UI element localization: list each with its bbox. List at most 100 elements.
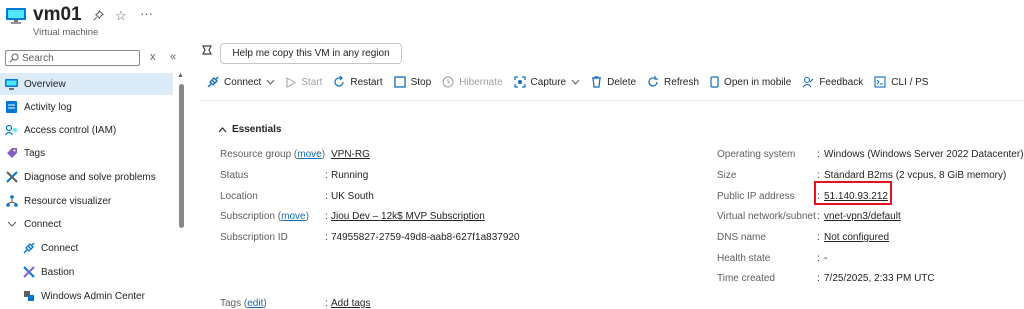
connect-label: Connect xyxy=(224,76,262,88)
sidebar-item-label: Bastion xyxy=(41,266,75,278)
os-value: Windows (Windows Server 2022 Datacenter) xyxy=(824,149,1024,160)
sidebar-item-overview[interactable]: Overview xyxy=(0,73,173,95)
subscription-id-value: 74955827-2759-49d8-aab8-627f1a837920 xyxy=(331,232,520,243)
play-icon xyxy=(286,76,297,88)
bastion-icon xyxy=(22,266,35,279)
restart-label: Restart xyxy=(350,76,383,88)
tag-icon xyxy=(5,147,18,160)
separator: : xyxy=(325,232,328,243)
chevron-up-icon xyxy=(218,126,227,132)
sidebar-item-tags[interactable]: Tags xyxy=(0,142,173,164)
clock-icon xyxy=(442,76,454,88)
move-subscription-link[interactable]: move xyxy=(281,211,305,222)
location-label: Location xyxy=(220,191,258,202)
open-in-mobile-label: Open in mobile xyxy=(724,76,792,88)
search-input[interactable]: Search xyxy=(5,50,140,66)
separator: : xyxy=(317,149,320,160)
terminal-icon xyxy=(874,76,886,88)
cli-ps-button[interactable]: CLI / PS xyxy=(874,76,928,88)
sidebar-item-bastion[interactable]: Bastion xyxy=(0,261,173,283)
start-button[interactable]: Start xyxy=(286,77,322,88)
separator: : xyxy=(325,211,328,222)
sidebar-item-connect[interactable]: Connect xyxy=(0,237,173,259)
label-text: Subscription xyxy=(220,211,276,222)
more-icon[interactable]: ··· xyxy=(140,6,153,21)
sidebar-item-label: Access control (IAM) xyxy=(24,124,117,136)
dns-name-label: DNS name xyxy=(717,232,766,243)
sidebar-item-activity-log[interactable]: Activity log xyxy=(0,96,173,118)
edit-tags-link[interactable]: edit xyxy=(247,298,263,309)
separator: : xyxy=(817,273,820,284)
sidebar-item-windows-admin-center[interactable]: Windows Admin Center xyxy=(0,285,173,307)
capture-label: Capture xyxy=(530,76,567,88)
os-label: Operating system xyxy=(717,149,796,160)
public-ip-highlight-box xyxy=(814,181,892,205)
essentials-toggle[interactable]: Essentials xyxy=(218,124,281,135)
sidebar-group-connect[interactable]: Connect xyxy=(0,213,173,235)
hibernate-button[interactable]: Hibernate xyxy=(442,76,503,88)
stop-button[interactable]: Stop xyxy=(393,76,431,88)
time-created-label: Time created xyxy=(717,273,775,284)
label-text: Resource group xyxy=(220,149,292,160)
clear-search-icon[interactable]: x xyxy=(150,51,156,63)
chevron-down-icon xyxy=(5,218,18,231)
size-value: Standard B2ms (2 vcpus, 8 GiB memory) xyxy=(824,170,1007,181)
location-value: UK South xyxy=(331,191,374,202)
chevron-down-icon xyxy=(266,79,275,85)
pin-icon[interactable] xyxy=(93,10,104,21)
sidebar-item-resource-visualizer[interactable]: Resource visualizer xyxy=(0,190,173,212)
diagnose-icon xyxy=(5,171,18,184)
delete-button[interactable]: Delete xyxy=(591,76,636,88)
label-text: Tags xyxy=(220,298,242,309)
separator: : xyxy=(817,253,820,264)
separator: : xyxy=(817,232,820,243)
activity-log-icon xyxy=(5,101,18,114)
cli-ps-label: CLI / PS xyxy=(891,76,929,88)
capture-button[interactable]: Capture xyxy=(513,76,581,88)
search-placeholder: Search xyxy=(22,52,54,64)
collapse-sidebar-icon[interactable]: « xyxy=(170,51,176,63)
sidebar-item-label: Windows Admin Center xyxy=(41,290,145,302)
copilot-prompt-button[interactable]: Help me copy this VM in any region xyxy=(220,43,402,64)
separator: : xyxy=(817,149,820,160)
connect-button[interactable]: Connect xyxy=(207,76,275,88)
time-created-value: 7/25/2025, 2:33 PM UTC xyxy=(824,273,935,284)
refresh-button[interactable]: Refresh xyxy=(647,76,699,88)
visualizer-icon xyxy=(5,195,18,208)
subscription-link[interactable]: Jiou Dev – 12k$ MVP Subscription xyxy=(331,211,485,222)
page-title: vm01 xyxy=(33,4,82,25)
connect-icon xyxy=(207,76,219,88)
sidebar-item-label: Connect xyxy=(41,242,79,254)
resource-group-link[interactable]: VPN-RG xyxy=(331,149,370,160)
virtual-machine-icon xyxy=(6,8,26,24)
sidebar-item-label: Connect xyxy=(24,218,62,230)
open-in-mobile-button[interactable]: Open in mobile xyxy=(710,76,791,88)
capture-icon xyxy=(513,76,526,88)
refresh-label: Refresh xyxy=(664,76,700,88)
scroll-up-arrow-icon[interactable]: ▲ xyxy=(177,72,184,79)
page-subtitle: Virtual machine xyxy=(33,27,99,38)
trash-icon xyxy=(592,76,602,88)
sidebar-scrollbar-thumb[interactable] xyxy=(179,84,184,228)
delete-label: Delete xyxy=(607,76,637,88)
sidebar-item-diagnose[interactable]: Diagnose and solve problems xyxy=(0,166,173,188)
toolbar-divider xyxy=(200,100,1024,101)
feedback-icon xyxy=(802,77,814,88)
resource-group-label: Resource group (move) xyxy=(220,149,326,160)
add-tags-link[interactable]: Add tags xyxy=(331,298,370,309)
status-label: Status xyxy=(220,170,249,181)
separator: : xyxy=(817,170,820,181)
overview-icon xyxy=(5,78,18,91)
separator: : xyxy=(325,298,328,309)
sidebar-item-label: Resource visualizer xyxy=(24,195,112,207)
star-icon[interactable]: ☆ xyxy=(115,8,127,24)
sidebar-item-access-control[interactable]: Access control (IAM) xyxy=(0,119,173,141)
vnet-subnet-link[interactable]: vnet-vpn3/default xyxy=(824,211,901,222)
subscription-id-label: Subscription ID xyxy=(220,232,288,243)
feedback-button[interactable]: Feedback xyxy=(802,76,863,88)
feedback-label: Feedback xyxy=(819,76,864,88)
sidebar-item-label: Activity log xyxy=(24,101,72,113)
restart-button[interactable]: Restart xyxy=(333,76,383,88)
dns-name-link[interactable]: Not configured xyxy=(824,232,889,243)
command-bar: Connect Start Restart Stop Hibernate Cap… xyxy=(207,73,939,91)
